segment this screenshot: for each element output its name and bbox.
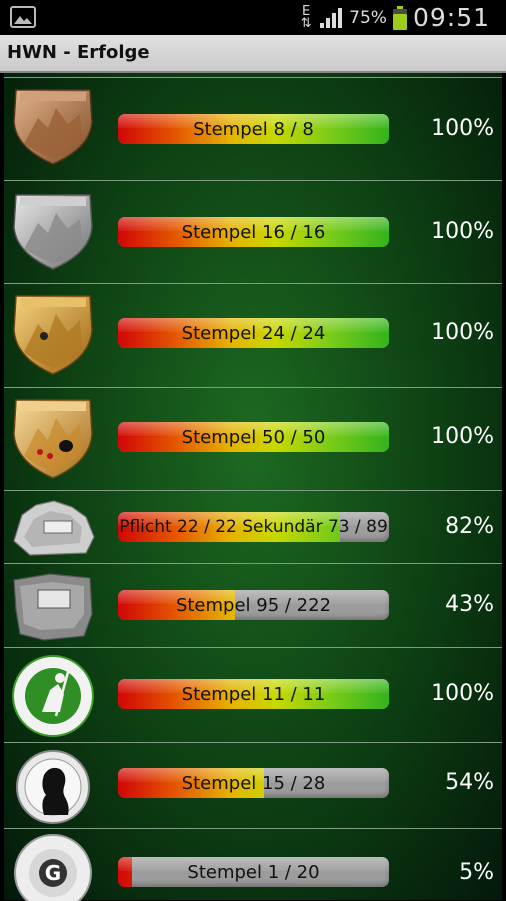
achievement-row[interactable]: Stempel 95 / 222 43% xyxy=(4,563,502,647)
status-bar: E ⇅ 75% 09:51 xyxy=(0,0,506,35)
achievement-row[interactable]: Pflicht 22 / 22 Sekundär 73 / 89 82% xyxy=(4,490,502,563)
battery-icon xyxy=(392,5,407,30)
progress-bar: Stempel 16 / 16 xyxy=(118,217,389,247)
achievement-row[interactable]: G Stempel 1 / 20 5% xyxy=(4,828,502,901)
progress-label: Stempel 8 / 8 xyxy=(193,118,314,140)
progress-percent: 100% xyxy=(431,219,494,244)
progress-label: Stempel 15 / 28 xyxy=(181,772,326,794)
progress-label: Stempel 11 / 11 xyxy=(181,683,326,705)
gallery-notification-icon xyxy=(10,6,36,28)
gold-shield-badge-icon xyxy=(13,295,93,375)
progress-percent: 54% xyxy=(445,770,494,795)
progress-percent: 82% xyxy=(445,514,494,539)
silhouette-round-badge-icon xyxy=(16,750,90,824)
progress-label: Stempel 1 / 20 xyxy=(187,861,320,883)
granite-stone-badge-icon xyxy=(13,573,93,641)
progress-bar: Pflicht 22 / 22 Sekundär 73 / 89 xyxy=(118,512,389,542)
app-title: HWN - Erfolge xyxy=(7,42,150,63)
progress-label: Stempel 16 / 16 xyxy=(181,221,326,243)
signal-strength-icon xyxy=(320,7,343,28)
action-bar: HWN - Erfolge xyxy=(0,35,506,73)
progress-percent: 100% xyxy=(431,681,494,706)
progress-bar: Stempel 95 / 222 xyxy=(118,590,389,620)
green-hiker-round-badge-icon xyxy=(12,655,94,737)
letter-g-round-badge-icon: G xyxy=(14,834,92,901)
progress-percent: 5% xyxy=(459,860,494,885)
network-type-indicator: E ⇅ xyxy=(300,3,312,31)
progress-bar: Stempel 8 / 8 xyxy=(118,114,389,144)
progress-label: Stempel 95 / 222 xyxy=(175,594,332,616)
progress-bar: Stempel 15 / 28 xyxy=(118,768,389,798)
achievement-list[interactable]: Stempel 8 / 8 100% Stempel 16 / 16 100% xyxy=(4,73,502,901)
gold-jewel-shield-badge-icon xyxy=(13,399,93,479)
battery-percent: 75% xyxy=(349,7,387,28)
svg-text:G: G xyxy=(45,861,61,885)
stone-badge-icon xyxy=(13,500,95,556)
progress-bar: Stempel 11 / 11 xyxy=(118,679,389,709)
progress-label: Stempel 24 / 24 xyxy=(181,322,326,344)
progress-label: Stempel 50 / 50 xyxy=(181,426,326,448)
progress-bar: Stempel 1 / 20 xyxy=(118,857,389,887)
progress-percent: 100% xyxy=(431,320,494,345)
achievement-row[interactable]: Stempel 16 / 16 100% xyxy=(4,180,502,283)
achievement-row[interactable]: Stempel 8 / 8 100% xyxy=(4,77,502,180)
achievement-row[interactable]: Stempel 50 / 50 100% xyxy=(4,387,502,490)
progress-bar: Stempel 24 / 24 xyxy=(118,318,389,348)
progress-label: Pflicht 22 / 22 Sekundär 73 / 89 xyxy=(119,517,388,537)
clock: 09:51 xyxy=(412,3,490,32)
bronze-shield-badge-icon xyxy=(13,89,93,165)
achievement-row[interactable]: Stempel 24 / 24 100% xyxy=(4,283,502,387)
achievement-row[interactable]: Stempel 15 / 28 54% xyxy=(4,742,502,828)
silver-shield-badge-icon xyxy=(13,194,93,270)
progress-percent: 43% xyxy=(445,592,494,617)
achievement-row[interactable]: Stempel 11 / 11 100% xyxy=(4,647,502,742)
progress-percent: 100% xyxy=(431,424,494,449)
progress-percent: 100% xyxy=(431,116,494,141)
progress-bar: Stempel 50 / 50 xyxy=(118,422,389,452)
